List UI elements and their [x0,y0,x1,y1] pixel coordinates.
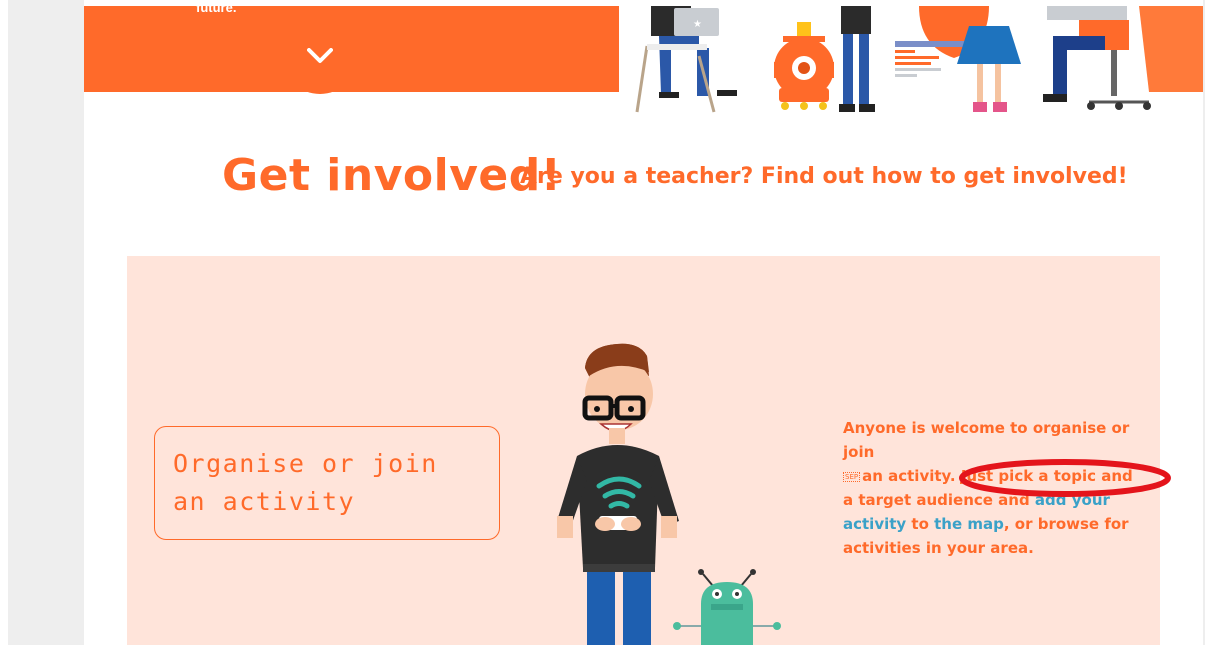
activity-description: Anyone is welcome to organise or join SE… [843,416,1143,560]
map-link[interactable]: the map [934,515,1004,533]
separator-glyph: SEP [843,471,861,482]
hero-banner: future. [84,0,619,94]
organise-activity-button[interactable]: Organise or join an activity [154,426,500,540]
scroll-down-button[interactable] [282,18,358,94]
left-page-margin [0,0,8,645]
left-gutter [8,0,84,645]
organise-activity-label-line2: an activity [173,487,356,516]
hero-illustration: ★ [635,6,1203,113]
organise-activity-label-line1: Organise or join [173,449,438,478]
desc-text-1: Anyone is welcome to organise or join [843,419,1130,461]
hero-tagline-fragment: future. [196,0,237,15]
page-title: Get involved! [222,150,562,201]
svg-text:★: ★ [693,19,702,30]
robot-illustration [673,569,781,645]
chevron-down-icon [307,48,333,63]
organise-activity-section: Organise or join an activity Anyone is w… [127,256,1160,645]
desc-text-3: to [906,515,935,533]
teacher-info-link[interactable]: Are you a teacher? Find out how to get i… [520,164,1128,189]
get-involved-header: Get involved! Are you a teacher? Find ou… [84,150,1203,210]
